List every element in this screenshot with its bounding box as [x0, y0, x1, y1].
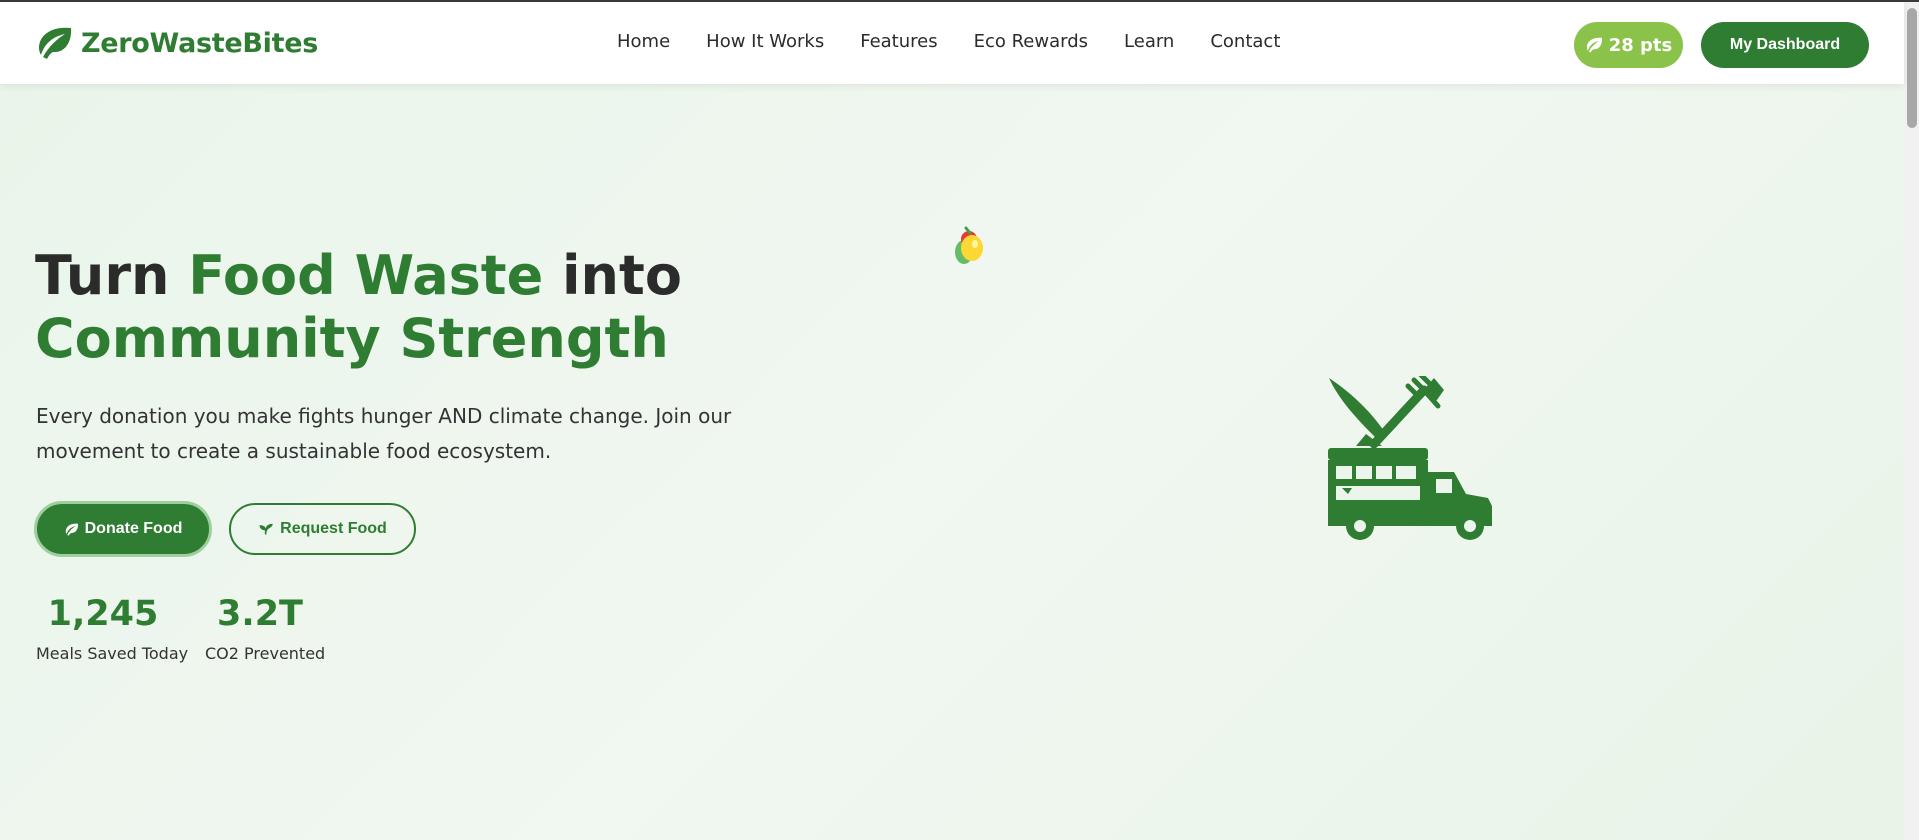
main-nav: Home How It Works Features Eco Rewards L… — [617, 31, 1280, 52]
food-truck-icon — [1328, 376, 1492, 540]
brand-logo[interactable]: ZeroWasteBites — [35, 26, 318, 60]
hero-subtext: Every donation you make fights hunger AN… — [36, 404, 732, 463]
headline-part: Turn — [35, 244, 189, 307]
stat-value: 3.2T — [217, 594, 303, 634]
points-label: 28 pts — [1608, 34, 1673, 56]
donate-food-button[interactable]: Donate Food — [34, 501, 212, 557]
headline-highlight: Food Waste — [188, 244, 544, 307]
leaf-icon — [65, 523, 78, 536]
floating-produce-icon — [955, 226, 983, 264]
top-navbar: ZeroWasteBites Home How It Works Feature… — [0, 2, 1904, 84]
my-dashboard-button[interactable]: My Dashboard — [1701, 22, 1869, 68]
hero-section: Turn Food Waste into Community Strength … — [0, 84, 1904, 840]
hero-headline: Turn Food Waste into Community Strength — [35, 244, 775, 370]
nav-learn[interactable]: Learn — [1124, 31, 1174, 52]
nav-how-it-works[interactable]: How It Works — [706, 31, 824, 52]
nav-features[interactable]: Features — [860, 31, 937, 52]
request-food-button[interactable]: Request Food — [229, 503, 416, 555]
nav-contact[interactable]: Contact — [1210, 31, 1280, 52]
stat-label: CO2 Prevented — [205, 644, 326, 663]
headline-part: into — [543, 244, 682, 307]
nav-eco-rewards[interactable]: Eco Rewards — [974, 31, 1088, 52]
request-food-label: Request Food — [280, 520, 387, 537]
seedling-icon — [259, 523, 273, 534]
nav-home[interactable]: Home — [617, 31, 670, 52]
stat-value: 1,245 — [47, 594, 159, 634]
stat-label: Meals Saved Today — [36, 644, 189, 663]
scrollbar-thumb[interactable] — [1907, 8, 1917, 128]
leaf-icon — [39, 27, 72, 59]
stat-meals-saved: 1,245 Meals Saved Today — [36, 592, 189, 663]
stat-co2-prevented: 3.2T CO2 Prevented — [205, 592, 326, 663]
headline-highlight: Community Strength — [35, 307, 669, 370]
eco-points-badge[interactable]: 28 pts — [1574, 22, 1683, 68]
brand-name: ZeroWasteBites — [81, 27, 319, 59]
donate-food-label: Donate Food — [84, 520, 183, 537]
leaf-icon — [1586, 37, 1602, 53]
